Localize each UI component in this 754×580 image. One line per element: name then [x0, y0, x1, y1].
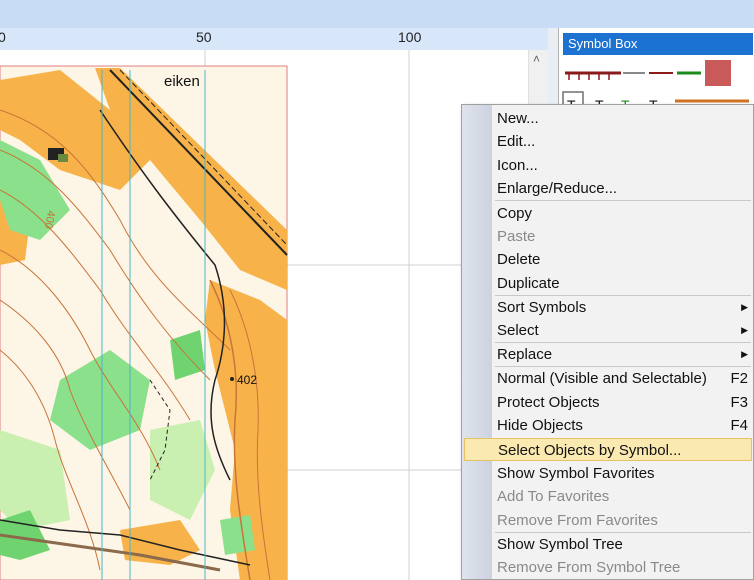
- menu-item-edit[interactable]: Edit...: [464, 130, 752, 153]
- menu-item-remove-from-favorites[interactable]: Remove From Favorites: [464, 509, 752, 532]
- menu-item-show-symbol-tree[interactable]: Show Symbol Tree: [464, 533, 752, 556]
- submenu-arrow-icon: ▶: [741, 349, 748, 359]
- menu-item-duplicate[interactable]: Duplicate: [464, 272, 752, 295]
- menu-item-select[interactable]: Select ▶: [464, 319, 752, 342]
- menu-item-copy[interactable]: Copy: [464, 202, 752, 225]
- menu-separator: [495, 200, 751, 201]
- menu-item-normal[interactable]: Normal (Visible and Selectable) F2: [464, 367, 752, 390]
- orienteering-map[interactable]: 400 eiken 402: [0, 50, 528, 580]
- menu-item-paste[interactable]: Paste: [464, 225, 752, 248]
- menu-item-icon[interactable]: Icon...: [464, 154, 752, 177]
- ruler-tick-50: 50: [196, 29, 212, 45]
- ruler-tick-100: 100: [398, 29, 422, 45]
- place-name: eiken: [164, 73, 200, 90]
- map-canvas[interactable]: 400 eiken 402: [0, 50, 528, 580]
- menu-item-show-symbol-favorites[interactable]: Show Symbol Favorites: [464, 462, 752, 485]
- menu-item-add-to-favorites[interactable]: Add To Favorites: [464, 485, 752, 508]
- symbol-box-title: Symbol Box: [563, 33, 753, 55]
- menu-item-remove-from-symbol-tree[interactable]: Remove From Symbol Tree: [464, 556, 752, 579]
- chevron-up-icon[interactable]: ˄: [533, 52, 540, 66]
- menu-item-select-objects-by-symbol[interactable]: Select Objects by Symbol...: [464, 438, 752, 461]
- menu-item-new[interactable]: New...: [464, 107, 752, 130]
- horizontal-ruler: 0 50 100: [0, 28, 548, 51]
- ruler-tick-0: 0: [0, 29, 6, 45]
- title-bar: [0, 0, 754, 28]
- submenu-arrow-icon: ▶: [741, 325, 748, 335]
- menu-item-protect-objects[interactable]: Protect Objects F3: [464, 391, 752, 414]
- spot-height: 402: [237, 373, 257, 387]
- menu-item-hide-objects[interactable]: Hide Objects F4: [464, 414, 752, 437]
- symbol-context-menu: New... Edit... Icon... Enlarge/Reduce...…: [461, 104, 754, 580]
- menu-item-delete[interactable]: Delete: [464, 248, 752, 271]
- menu-item-sort-symbols[interactable]: Sort Symbols ▶: [464, 296, 752, 319]
- menu-item-replace[interactable]: Replace ▶: [464, 343, 752, 366]
- menu-item-enlarge-reduce[interactable]: Enlarge/Reduce...: [464, 177, 752, 200]
- submenu-arrow-icon: ▶: [741, 302, 748, 312]
